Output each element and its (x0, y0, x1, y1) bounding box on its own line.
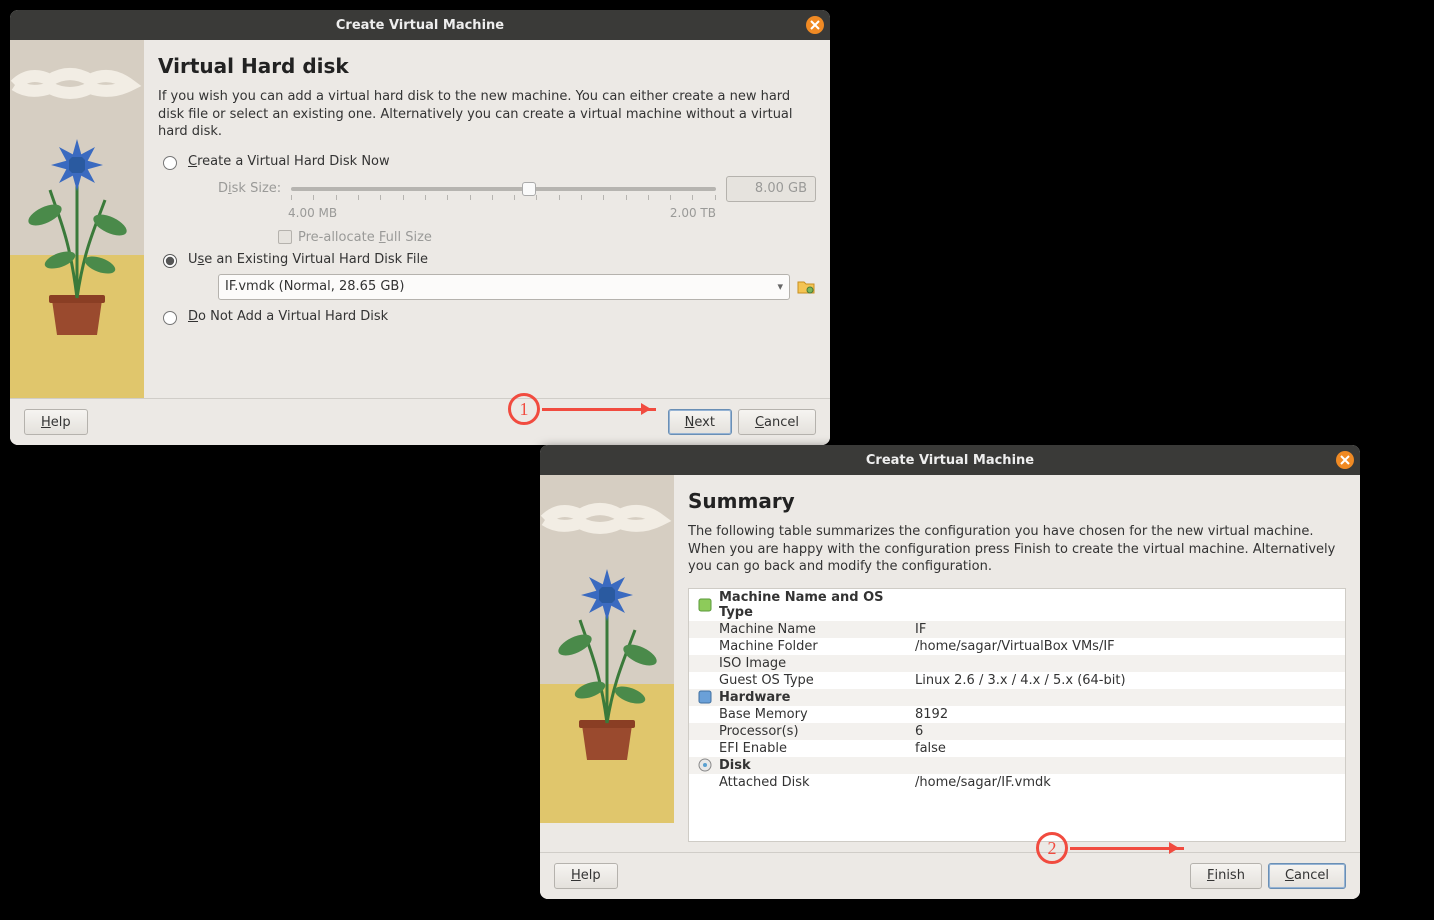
summary-key: Base Memory (715, 707, 915, 722)
titlebar[interactable]: Create Virtual Machine (540, 445, 1360, 475)
summary-value: Linux 2.6 / 3.x / 4.x / 5.x (64-bit) (915, 673, 1339, 688)
page-title: Summary (688, 489, 1346, 513)
help-button[interactable]: Help (554, 863, 618, 889)
summary-value: IF (915, 622, 1339, 637)
finish-button[interactable]: Finish (1190, 863, 1262, 889)
radio-label: Use an Existing Virtual Hard Disk File (188, 252, 428, 267)
close-icon[interactable] (1336, 451, 1354, 469)
titlebar[interactable]: Create Virtual Machine (10, 10, 830, 40)
summary-key: Machine Folder (715, 639, 915, 654)
wizard-content: Virtual Hard disk If you wish you can ad… (144, 40, 830, 398)
next-button[interactable]: Next (668, 409, 732, 435)
disk-size-group: Disk Size: 8.00 GB 4.00 MB 2.00 TB (218, 176, 816, 245)
radio-create-new[interactable]: Create a Virtual Hard Disk Now (158, 153, 816, 170)
help-button[interactable]: Help (24, 409, 88, 435)
close-icon[interactable] (806, 16, 824, 34)
dialog-footer: Help Finish Cancel (540, 852, 1360, 899)
summary-value: /home/sagar/IF.vmdk (915, 775, 1339, 790)
summary-key: ISO Image (715, 656, 915, 671)
summary-key: Attached Disk (715, 775, 915, 790)
radio-input[interactable] (163, 156, 177, 170)
section-header: Hardware (715, 690, 915, 705)
min-size-label: 4.00 MB (288, 206, 337, 220)
page-title: Virtual Hard disk (158, 54, 816, 78)
section-header: Machine Name and OS Type (715, 590, 915, 620)
existing-disk-combo[interactable]: IF.vmdk (Normal, 28.65 GB) ▾ (218, 274, 790, 300)
disk-size-label: Disk Size: (218, 181, 281, 196)
page-description: The following table summarizes the confi… (688, 523, 1346, 576)
section-header: Disk (715, 758, 915, 773)
checkbox-icon (278, 230, 292, 244)
cancel-button[interactable]: Cancel (738, 409, 816, 435)
radio-label: Do Not Add a Virtual Hard Disk (188, 309, 388, 324)
dialog-footer: Help Next Cancel (10, 398, 830, 445)
summary-table: Machine Name and OS Type Machine NameIF … (688, 588, 1346, 842)
summary-key: Processor(s) (715, 724, 915, 739)
summary-value (915, 656, 1339, 671)
radio-no-disk[interactable]: Do Not Add a Virtual Hard Disk (158, 308, 816, 325)
summary-dialog: Create Virtual Machine (540, 445, 1360, 899)
summary-value: 8192 (915, 707, 1339, 722)
combo-value: IF.vmdk (Normal, 28.65 GB) (225, 279, 404, 294)
radio-input[interactable] (163, 254, 177, 268)
page-description: If you wish you can add a virtual hard d… (158, 88, 816, 141)
chip-icon (695, 690, 715, 705)
puzzle-icon (695, 590, 715, 620)
wizard-sidebar-art (10, 40, 144, 398)
summary-key: Guest OS Type (715, 673, 915, 688)
preallocate-checkbox-row: Pre-allocate Full Size (278, 230, 816, 245)
radio-input[interactable] (163, 311, 177, 325)
summary-key: EFI Enable (715, 741, 915, 756)
disk-icon (695, 758, 715, 773)
window-title: Create Virtual Machine (866, 453, 1034, 468)
chevron-down-icon: ▾ (777, 280, 783, 293)
wizard-content: Summary The following table summarizes t… (674, 475, 1360, 852)
window-title: Create Virtual Machine (336, 18, 504, 33)
radio-label: Create a Virtual Hard Disk Now (188, 154, 390, 169)
preallocate-label: Pre-allocate Full Size (298, 230, 432, 245)
radio-use-existing[interactable]: Use an Existing Virtual Hard Disk File (158, 251, 816, 268)
summary-key: Machine Name (715, 622, 915, 637)
summary-value: /home/sagar/VirtualBox VMs/IF (915, 639, 1339, 654)
browse-disk-icon[interactable] (796, 277, 816, 297)
cancel-button[interactable]: Cancel (1268, 863, 1346, 889)
wizard-sidebar-art (540, 475, 674, 823)
summary-value: false (915, 741, 1339, 756)
disk-size-slider (291, 179, 716, 199)
disk-size-value: 8.00 GB (726, 176, 816, 202)
summary-value: 6 (915, 724, 1339, 739)
max-size-label: 2.00 TB (670, 206, 716, 220)
hard-disk-dialog: Create Virtual Machine (10, 10, 830, 445)
